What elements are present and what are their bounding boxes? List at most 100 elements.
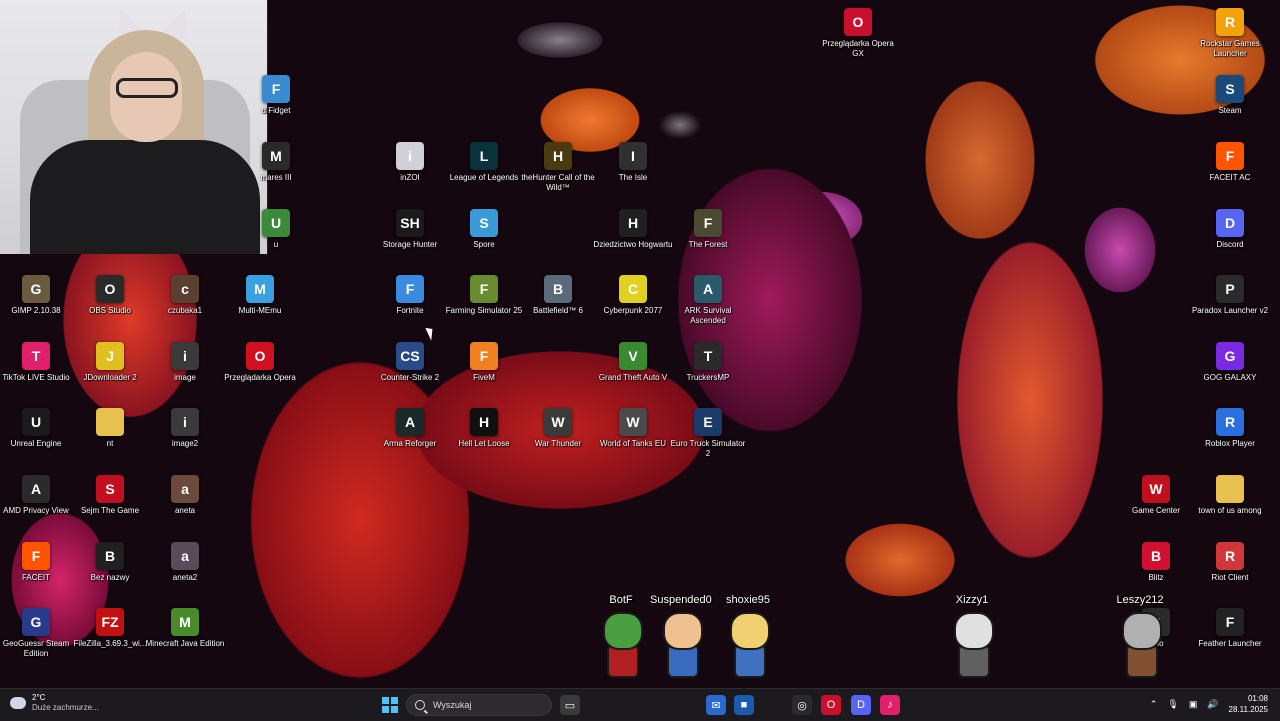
desktop-icon-discord[interactable]: D Discord: [1194, 209, 1266, 250]
desktop-icon-lol[interactable]: L League of Legends: [448, 142, 520, 183]
desktop-icon-label: Counter-Strike 2: [380, 373, 440, 382]
desktop-icon-nt[interactable]: nt: [74, 408, 146, 449]
desktop-icon-fortnite[interactable]: F Fortnite: [374, 275, 446, 316]
viewer-character: [944, 612, 1000, 678]
desktop-icon-tiktok-live[interactable]: T TikTok LIVE Studio: [0, 342, 72, 383]
desktop-icon-sejm[interactable]: S Sejm The Game: [74, 475, 146, 516]
viewer-name: Leszy212: [1116, 594, 1164, 606]
minecraft-icon: M: [171, 608, 199, 636]
desktop-icon-paradox[interactable]: P Paradox Launcher v2: [1192, 275, 1268, 316]
desktop-icon-label: image: [174, 373, 196, 382]
task-view-button[interactable]: ▭: [560, 695, 580, 715]
search-box[interactable]: Wyszukaj: [406, 694, 552, 716]
desktop-icon-cs2[interactable]: CS Counter-Strike 2: [374, 342, 446, 383]
desktop-icon-theforest[interactable]: F The Forest: [672, 209, 744, 250]
desktop-icon-faceit[interactable]: F FACEIT: [0, 542, 72, 583]
image-icon: i: [171, 342, 199, 370]
desktop-icon-blitz[interactable]: B Blitz: [1120, 542, 1192, 583]
jdownloader-icon: J: [96, 342, 124, 370]
taskbar-opera-button[interactable]: O: [821, 695, 841, 715]
desktop-icon-battlefield[interactable]: B Battlefield™ 6: [522, 275, 594, 316]
start-button[interactable]: [380, 695, 400, 715]
desktop-icon-feather[interactable]: F Feather Launcher: [1194, 608, 1266, 649]
viewer-character: [1112, 612, 1168, 678]
desktop-icon-unreal[interactable]: U Unreal Engine: [0, 408, 72, 449]
desktop-icon-mares[interactable]: Mmares III: [240, 142, 312, 183]
taskbar-store-button[interactable]: ■: [734, 695, 754, 715]
desktop-icon-wot[interactable]: W World of Tanks EU: [597, 408, 669, 449]
desktop-icon-warthunder[interactable]: W War Thunder: [522, 408, 594, 449]
hellletloose-icon: H: [470, 408, 498, 436]
desktop-icon-gtav[interactable]: V Grand Theft Auto V: [597, 342, 669, 383]
image-icon: a: [171, 542, 199, 570]
file-icon: B: [96, 542, 124, 570]
paradox-icon: P: [1216, 275, 1244, 303]
desktop-icon-town-of-us[interactable]: town of us among: [1194, 475, 1266, 516]
desktop-icon-image[interactable]: i image: [149, 342, 221, 383]
roblox-icon: R: [1216, 408, 1244, 436]
desktop-icon-image2[interactable]: i image2: [149, 408, 221, 449]
desktop-icon-jdownloader[interactable]: J JDownloader 2: [74, 342, 146, 383]
desktop-icon-hogwarts[interactable]: H Dziedzictwo Hogwartu: [593, 209, 673, 250]
desktop-icon-riot[interactable]: R Riot Client: [1194, 542, 1266, 583]
game-center-icon: W: [1142, 475, 1170, 503]
desktop-icon-inzoi[interactable]: i inZOI: [374, 142, 446, 183]
desktop-icon-opera-gx[interactable]: O Przeglądarka Opera GX: [822, 8, 894, 59]
farming-icon: F: [470, 275, 498, 303]
desktop-icon-truckersmp[interactable]: T TruckersMP: [672, 342, 744, 383]
desktop-icon-roblox[interactable]: R Roblox Player: [1194, 408, 1266, 449]
desktop-icon-beznazwy[interactable]: B Bez nazwy: [74, 542, 146, 583]
desktop-icon-amd[interactable]: A AMD Privacy View: [0, 475, 72, 516]
taskbar-obs-button[interactable]: ◎: [792, 695, 812, 715]
riot-icon: R: [1216, 542, 1244, 570]
desktop-icon-fidget[interactable]: Fd Fidget: [240, 75, 312, 116]
volume-icon[interactable]: 🔊: [1207, 699, 1218, 710]
taskbar-discord-button[interactable]: D: [851, 695, 871, 715]
desktop-icon-ets2[interactable]: E Euro Truck Simulator 2: [671, 408, 745, 459]
weather-widget[interactable]: 2°C Duże zachmurze...: [10, 693, 99, 713]
microphone-icon[interactable]: 🎙: [1167, 699, 1178, 710]
desktop-icon-faceit-ac[interactable]: F FACEIT AC: [1194, 142, 1266, 183]
desktop-icon-u[interactable]: Uu: [240, 209, 312, 250]
desktop-icon-game-center[interactable]: W Game Center: [1120, 475, 1192, 516]
desktop-icon-arma[interactable]: A Arma Reforger: [374, 408, 446, 449]
clock[interactable]: 01:08 28.11.2025: [1229, 693, 1268, 715]
taskbar-tiktok-button[interactable]: ♪: [880, 695, 900, 715]
image-icon: a: [171, 475, 199, 503]
desktop-icon-cyberpunk[interactable]: C Cyberpunk 2077: [597, 275, 669, 316]
desktop-icon-opera[interactable]: O Przeglądarka Opera: [224, 342, 296, 383]
desktop-icon-gog[interactable]: G GOG GALAXY: [1194, 342, 1266, 383]
desktop-icon-label: FiveM: [473, 373, 495, 382]
viewer-name: shoxie95: [725, 594, 771, 606]
chevron-up-icon[interactable]: ⌃: [1150, 699, 1158, 710]
desktop-icon-czubaka1[interactable]: c czubaka1: [149, 275, 221, 316]
desktop-icon-label: town of us among: [1198, 506, 1262, 515]
network-icon[interactable]: ▣: [1189, 699, 1198, 710]
desktop-icon-ark[interactable]: A ARK Survival Ascended: [672, 275, 744, 326]
desktop-icon-label: Battlefield™ 6: [533, 306, 583, 315]
desktop-icon-filezilla[interactable]: FZ FileZilla_3.69.3_wi...: [74, 608, 146, 649]
taskbar-mail-button[interactable]: ✉: [706, 695, 726, 715]
desktop-icon-rockstar[interactable]: R Rockstar Games Launcher: [1194, 8, 1266, 59]
desktop-icon-spore[interactable]: S Spore: [448, 209, 520, 250]
desktop-icon-farming[interactable]: F Farming Simulator 25: [446, 275, 522, 316]
memu-icon: M: [246, 275, 274, 303]
desktop-icon-theisle[interactable]: I The Isle: [597, 142, 669, 183]
desktop-icon-geoguessr[interactable]: G GeoGuessr Steam Edition: [0, 608, 72, 659]
desktop-icon-fivem[interactable]: F FiveM: [448, 342, 520, 383]
blitz-icon: B: [1142, 542, 1170, 570]
desktop-icon-obs[interactable]: O OBS Studio: [74, 275, 146, 316]
desktop-icon-hellletloose[interactable]: H Hell Let Loose: [448, 408, 520, 449]
desktop-icon-gimp[interactable]: G GIMP 2.10.38: [0, 275, 72, 316]
desktop-icon-aneta[interactable]: a aneta: [149, 475, 221, 516]
desktop-icon-steam[interactable]: S Steam: [1194, 75, 1266, 116]
desktop-icon-aneta2[interactable]: a aneta2: [149, 542, 221, 583]
desktop-icon-storage-hunter[interactable]: SH Storage Hunter: [374, 209, 446, 250]
windows-icon: [382, 697, 398, 713]
faceit-ac-icon: F: [1216, 142, 1244, 170]
desktop-icon-minecraft[interactable]: M Minecraft Java Edition: [146, 608, 224, 649]
desktop-icon-multimemu[interactable]: M Multi-MEmu: [224, 275, 296, 316]
fivem-icon: F: [470, 342, 498, 370]
desktop-icon-thehunter[interactable]: HtheHunter Call of the Wild™: [521, 142, 595, 193]
amd-icon: A: [22, 475, 50, 503]
